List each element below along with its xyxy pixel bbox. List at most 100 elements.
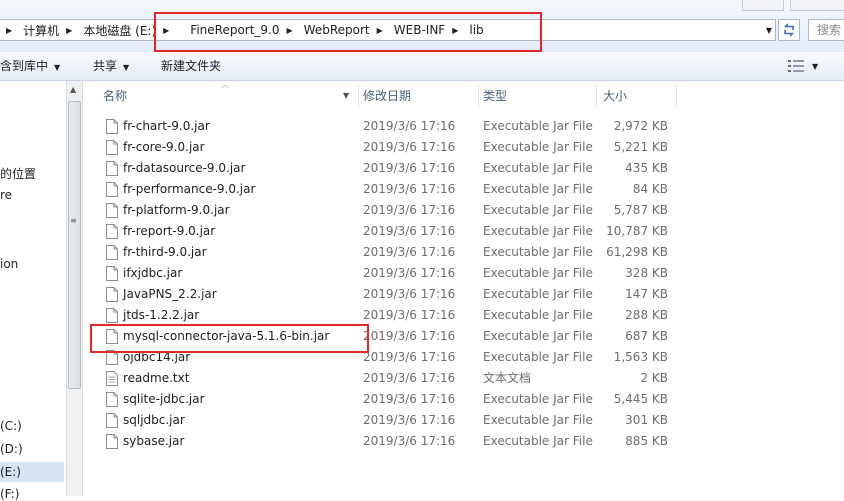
file-row[interactable]: fr-report-9.0.jar 2019/3/6 17:16 Executabl… <box>100 221 680 242</box>
column-divider[interactable] <box>676 84 677 108</box>
column-divider[interactable] <box>478 84 479 108</box>
file-type: Executable Jar File <box>483 287 593 301</box>
nav-item-re[interactable]: re <box>0 188 12 202</box>
chevron-down-icon: ▼ <box>812 61 819 71</box>
nav-item-drive-f[interactable]: (F:) <box>0 487 19 501</box>
scroll-up-icon[interactable]: ▲ <box>70 85 76 94</box>
window-control-stub[interactable] <box>790 0 844 11</box>
nav-item-ion[interactable]: ion <box>0 257 18 271</box>
file-date: 2019/3/6 17:16 <box>363 350 456 364</box>
column-header-type[interactable]: 类型 <box>483 84 507 108</box>
nav-item-locations[interactable]: 的位置 <box>0 165 36 182</box>
file-row[interactable]: sqlite-jdbc.jar 2019/3/6 17:16 Executable … <box>100 389 680 410</box>
change-view-button[interactable]: ▼ <box>788 58 818 74</box>
jar-file-icon <box>106 434 118 449</box>
share-button[interactable]: 共享 ▼ <box>93 52 129 80</box>
file-name: ifxjdbc.jar <box>123 266 183 280</box>
refresh-icon <box>784 23 794 37</box>
column-header-name[interactable]: 名称 <box>103 84 127 108</box>
file-date: 2019/3/6 17:16 <box>363 413 456 427</box>
file-size: 435 KB <box>625 161 668 175</box>
file-name: sqljdbc.jar <box>123 413 185 427</box>
file-type: Executable Jar File <box>483 329 593 343</box>
file-row[interactable]: sqljdbc.jar 2019/3/6 17:16 Executable Jar … <box>100 410 680 431</box>
refresh-button[interactable] <box>778 19 800 41</box>
file-size: 84 KB <box>632 182 668 196</box>
file-type: Executable Jar File <box>483 182 593 196</box>
command-toolbar: 含到库中 ▼ 共享 ▼ 新建文件夹 <box>0 52 844 81</box>
include-in-library-button[interactable]: 含到库中 ▼ <box>0 52 60 80</box>
file-size: 885 KB <box>625 434 668 448</box>
jar-file-icon <box>106 266 118 281</box>
breadcrumb-computer[interactable]: 计算机 ▶ <box>18 20 78 40</box>
file-date: 2019/3/6 17:16 <box>363 329 456 343</box>
file-size: 288 KB <box>625 308 668 322</box>
breadcrumb-chevron-icon[interactable]: ▶ <box>62 26 76 35</box>
file-date: 2019/3/6 17:16 <box>363 161 456 175</box>
file-name: fr-third-9.0.jar <box>123 245 207 259</box>
file-name: fr-platform-9.0.jar <box>123 203 230 217</box>
column-divider[interactable] <box>596 84 597 108</box>
grip-icon: ≡ <box>70 216 77 225</box>
file-row[interactable]: readme.txt 2019/3/6 17:16 文本文档 2 KB <box>100 368 680 389</box>
file-row[interactable]: JavaPNS_2.2.jar 2019/3/6 17:16 Executable … <box>100 284 680 305</box>
column-header-date[interactable]: 修改日期 <box>363 84 411 108</box>
file-date: 2019/3/6 17:16 <box>363 203 456 217</box>
file-name: fr-report-9.0.jar <box>123 224 216 238</box>
jar-file-icon <box>106 413 118 428</box>
new-folder-button[interactable]: 新建文件夹 <box>161 52 221 80</box>
file-row[interactable]: ifxjdbc.jar 2019/3/6 17:16 Executable Jar … <box>100 263 680 284</box>
file-highlight-box <box>90 324 369 353</box>
file-date: 2019/3/6 17:16 <box>363 182 456 196</box>
chevron-down-icon[interactable]: ▼ <box>343 84 349 108</box>
file-row[interactable]: fr-performance-9.0.jar 2019/3/6 17:16 Exec… <box>100 179 680 200</box>
file-name: jtds-1.2.2.jar <box>123 308 200 322</box>
file-size: 301 KB <box>625 413 668 427</box>
file-row[interactable]: jtds-1.2.2.jar 2019/3/6 17:16 Executable J… <box>100 305 680 326</box>
file-name: fr-datasource-9.0.jar <box>123 161 246 175</box>
file-row[interactable]: fr-chart-9.0.jar 2019/3/6 17:16 Executable… <box>100 116 680 137</box>
window-control-stub[interactable] <box>742 0 784 11</box>
search-input[interactable]: 搜索 <box>808 19 844 41</box>
file-type: Executable Jar File <box>483 392 593 406</box>
file-row[interactable]: sybase.jar 2019/3/6 17:16 Executable Jar F… <box>100 431 680 452</box>
file-size: 1,563 KB <box>613 350 668 364</box>
file-row[interactable]: fr-platform-9.0.jar 2019/3/6 17:16 Executa… <box>100 200 680 221</box>
new-folder-label: 新建文件夹 <box>161 59 222 73</box>
jar-file-icon <box>106 245 118 260</box>
file-type: Executable Jar File <box>483 413 593 427</box>
file-date: 2019/3/6 17:16 <box>363 266 456 280</box>
share-label: 共享 <box>93 59 118 73</box>
sort-ascending-icon: ︿ <box>221 80 229 89</box>
nav-scrollbar[interactable]: ▲ ≡ <box>66 81 83 496</box>
column-divider[interactable] <box>358 84 359 108</box>
breadcrumb-arrow-left[interactable]: ▶ <box>0 20 18 40</box>
file-size: 687 KB <box>625 329 668 343</box>
address-history-dropdown[interactable]: ▼ <box>762 20 776 40</box>
file-row[interactable]: fr-core-9.0.jar 2019/3/6 17:16 Executable … <box>100 137 680 158</box>
scrollbar-thumb[interactable] <box>68 101 81 389</box>
address-bar-area: ▶ 计算机 ▶ 本地磁盘 (E:) ▶ FineReport_9.0 ▶ WebRep… <box>0 0 844 52</box>
file-type: Executable Jar File <box>483 434 593 448</box>
file-date: 2019/3/6 17:16 <box>363 308 456 322</box>
file-size: 147 KB <box>625 287 668 301</box>
file-size: 5,221 KB <box>613 140 668 154</box>
file-type: Executable Jar File <box>483 350 593 364</box>
nav-item-drive-e[interactable]: (E:) <box>0 465 21 479</box>
file-size: 61,298 KB <box>606 245 668 259</box>
file-date: 2019/3/6 17:16 <box>363 371 456 385</box>
jar-file-icon <box>106 119 118 134</box>
file-name: sqlite-jdbc.jar <box>123 392 205 406</box>
file-name: fr-performance-9.0.jar <box>123 182 256 196</box>
text-file-icon <box>106 371 118 386</box>
jar-file-icon <box>106 161 118 176</box>
column-header-size[interactable]: 大小 <box>603 84 627 108</box>
file-size: 328 KB <box>625 266 668 280</box>
jar-file-icon <box>106 140 118 155</box>
nav-item-drive-d[interactable]: (D:) <box>0 442 23 456</box>
details-view-icon <box>788 60 804 72</box>
file-row[interactable]: fr-third-9.0.jar 2019/3/6 17:16 Executable… <box>100 242 680 263</box>
file-row[interactable]: fr-datasource-9.0.jar 2019/3/6 17:16 Execu… <box>100 158 680 179</box>
nav-item-drive-c[interactable]: (C:) <box>0 419 22 433</box>
file-date: 2019/3/6 17:16 <box>363 245 456 259</box>
